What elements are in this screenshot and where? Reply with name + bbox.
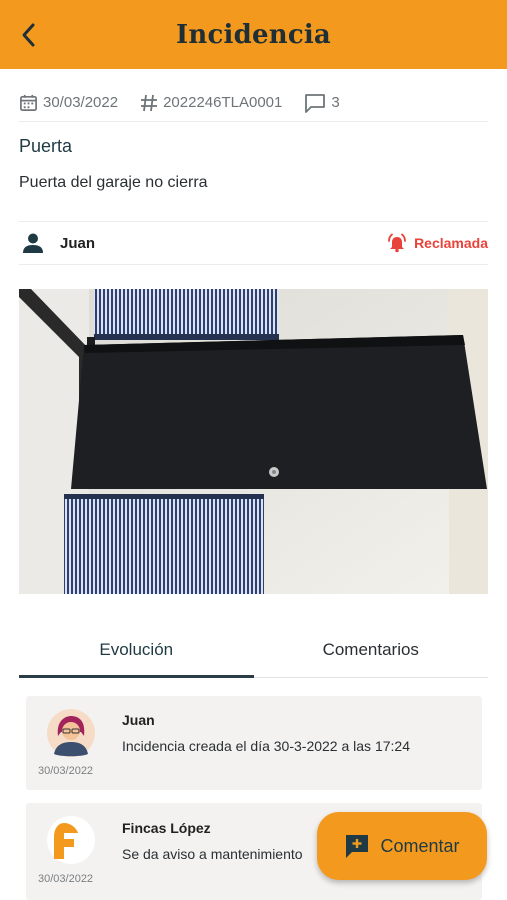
user-avatar-icon bbox=[47, 709, 95, 757]
company-logo-icon bbox=[47, 816, 95, 864]
hash-icon bbox=[141, 94, 158, 111]
timeline-text: Incidencia creada el día 30-3-2022 a las… bbox=[122, 738, 410, 754]
timeline-date: 30/03/2022 bbox=[38, 765, 94, 777]
timeline-date: 30/03/2022 bbox=[38, 873, 94, 885]
garage-door-photo bbox=[19, 289, 488, 594]
incident-meta: 30/03/2022 2022246TLA0001 3 bbox=[19, 84, 488, 122]
status-badge: Reclamada bbox=[386, 233, 488, 253]
incident-description: Puerta del garaje no cierra bbox=[19, 174, 208, 191]
person-icon bbox=[23, 233, 43, 253]
timeline-author: Fincas López bbox=[122, 820, 211, 836]
comments-count: 3 bbox=[331, 94, 340, 111]
meta-date: 30/03/2022 bbox=[19, 93, 118, 112]
incident-user-row: Juan Reclamada bbox=[19, 221, 488, 265]
incident-subject: Puerta bbox=[19, 136, 73, 156]
timeline-item: 30/03/2022 Juan Incidencia creada el día… bbox=[26, 696, 482, 790]
timeline-author: Juan bbox=[122, 712, 155, 728]
incident-user: Juan bbox=[19, 232, 95, 254]
app-header: Incidencia bbox=[0, 0, 507, 69]
avatar bbox=[46, 815, 96, 865]
tab-comentarios[interactable]: Comentarios bbox=[254, 622, 489, 677]
incident-reference: 2022246TLA0001 bbox=[163, 94, 283, 111]
incident-photo[interactable] bbox=[19, 289, 488, 594]
chevron-left-icon bbox=[22, 23, 35, 47]
incident-user-name: Juan bbox=[60, 234, 96, 252]
status-label: Reclamada bbox=[414, 235, 488, 251]
comment-icon bbox=[305, 93, 326, 113]
calendar-icon bbox=[20, 94, 37, 111]
meta-reference: 2022246TLA0001 bbox=[140, 94, 282, 112]
page-title: Incidencia bbox=[176, 19, 331, 50]
comment-button-label: Comentar bbox=[380, 835, 460, 856]
avatar bbox=[46, 708, 96, 758]
tab-evolucion[interactable]: Evolución bbox=[19, 622, 254, 678]
timeline-text: Se da aviso a mantenimiento bbox=[122, 846, 303, 862]
incident-date: 30/03/2022 bbox=[43, 94, 119, 111]
add-comment-icon bbox=[346, 835, 369, 858]
comment-button[interactable]: Comentar bbox=[317, 812, 487, 880]
meta-comments: 3 bbox=[304, 93, 340, 113]
back-button[interactable] bbox=[14, 18, 44, 52]
bell-alert-icon bbox=[388, 233, 406, 253]
tab-bar: Evolución Comentarios bbox=[19, 622, 488, 678]
